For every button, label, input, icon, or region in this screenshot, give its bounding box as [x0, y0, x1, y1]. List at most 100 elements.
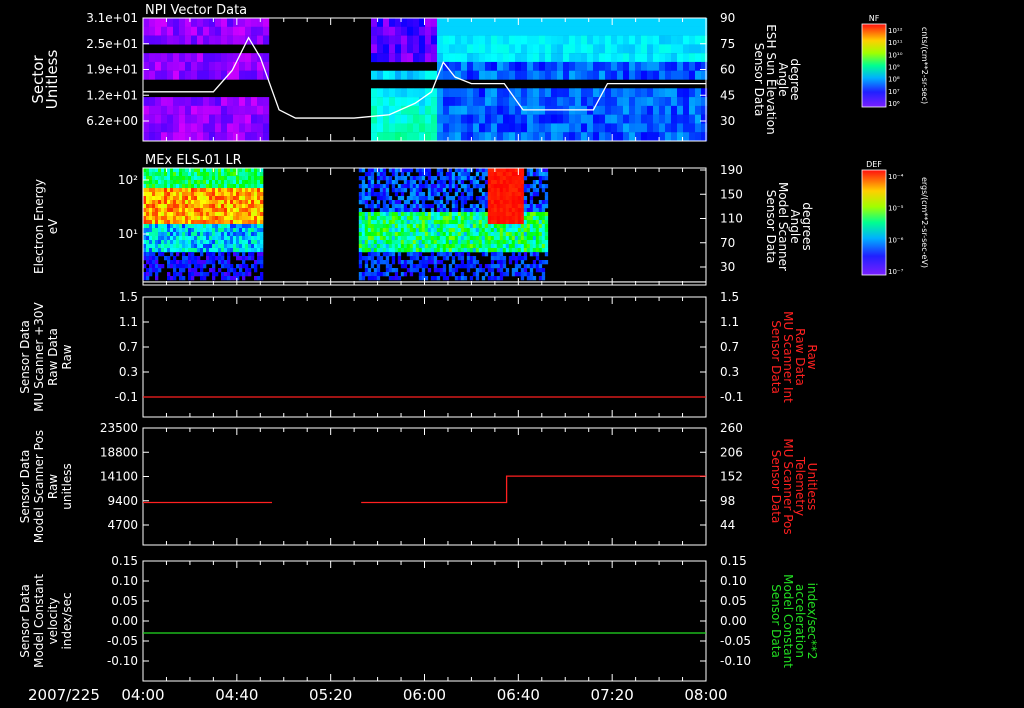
npi-heatmap-cell: [665, 61, 672, 71]
els-heatmap-cell: [185, 176, 189, 181]
els-heatmap-cell: [149, 188, 153, 193]
els-heatmap-cell: [439, 228, 444, 233]
npi-heatmap-cell: [671, 88, 678, 98]
els-heatmap-cell: [421, 244, 426, 249]
els-heatmap-cell: [358, 220, 363, 225]
els-heatmap-cell: [391, 232, 396, 237]
els-heatmap-cell: [203, 168, 207, 173]
els-heatmap-cell: [233, 224, 237, 229]
els-heatmap-cell: [457, 240, 462, 245]
npi-heatmap-cell: [695, 88, 702, 98]
npi-heatmap-cell: [413, 70, 420, 80]
els-heatmap-cell: [200, 276, 204, 281]
els-heatmap-cell: [218, 236, 222, 241]
els-heatmap-cell: [529, 204, 534, 209]
els-heatmap-cell: [376, 276, 381, 281]
els-heatmap-cell: [233, 248, 237, 253]
els-heatmap-cell: [218, 256, 222, 261]
els-heatmap-cell: [370, 248, 375, 253]
els-heatmap-cell: [505, 268, 510, 273]
els-heatmap-cell: [248, 172, 252, 177]
els-heatmap-cell: [254, 184, 258, 189]
npi-heatmap-cell: [239, 26, 246, 36]
npi-heatmap-cell: [389, 70, 396, 80]
els-heatmap-cell: [164, 224, 168, 229]
els-heatmap-cell: [224, 232, 228, 237]
els-heatmap-cell: [260, 256, 264, 261]
els-heatmap-cell: [209, 196, 213, 201]
els-heatmap-cell: [191, 172, 195, 177]
els-heatmap-cell: [221, 180, 225, 185]
npi-heatmap-cell: [545, 61, 552, 71]
els-heatmap-cell: [257, 252, 261, 257]
els-heatmap-cell: [367, 204, 372, 209]
els-heatmap-cell: [233, 184, 237, 189]
els-heatmap-cell: [200, 208, 204, 213]
els-heatmap-cell: [400, 244, 405, 249]
els-heatmap-cell: [370, 192, 375, 197]
els-heatmap-cell: [224, 180, 228, 185]
npi-heatmap-cell: [167, 70, 174, 80]
els-heatmap-cell: [520, 204, 525, 209]
npi-heatmap-cell: [425, 97, 432, 107]
els-heatmap-cell: [251, 200, 255, 205]
els-heatmap-cell: [146, 244, 150, 249]
els-heatmap-cell: [520, 208, 525, 213]
npi-heatmap-cell: [179, 132, 186, 142]
els-heatmap-cell: [230, 208, 234, 213]
els-heatmap-cell: [370, 168, 375, 173]
els-heatmap-cell: [424, 276, 429, 281]
els-heatmap-cell: [182, 204, 186, 209]
npi-heatmap-cell: [413, 53, 420, 63]
els-heatmap-cell: [358, 248, 363, 253]
els-heatmap-cell: [170, 236, 174, 241]
els-heatmap-cell: [197, 260, 201, 265]
els-heatmap-cell: [406, 172, 411, 177]
els-heatmap-cell: [397, 188, 402, 193]
els-heatmap-cell: [394, 248, 399, 253]
npi-heatmap-cell: [449, 18, 456, 27]
els-heatmap-cell: [155, 204, 159, 209]
els-heatmap-cell: [215, 200, 219, 205]
npi-heatmap-cell: [455, 132, 462, 142]
els-heatmap-cell: [188, 264, 192, 269]
els-heatmap-cell: [260, 216, 264, 221]
els-heatmap-cell: [176, 212, 180, 217]
els-heatmap-cell: [167, 184, 171, 189]
els-heatmap-cell: [409, 212, 414, 217]
els-heatmap-cell: [367, 256, 372, 261]
els-heatmap-cell: [499, 172, 504, 177]
els-heatmap-cell: [532, 172, 537, 177]
npi-heatmap-cell: [545, 44, 552, 54]
npi-heatmap-cell: [401, 44, 408, 54]
els-heatmap-cell: [152, 204, 156, 209]
els-heatmap-cell: [164, 180, 168, 185]
els-heatmap-cell: [499, 268, 504, 273]
els-heatmap-cell: [514, 180, 519, 185]
els-heatmap-cell: [487, 196, 492, 201]
npi-heatmap-cell: [617, 132, 624, 142]
els-heatmap-cell: [529, 224, 534, 229]
els-heatmap-cell: [424, 172, 429, 177]
npi-heatmap-cell: [155, 105, 162, 115]
els-heatmap-cell: [385, 244, 390, 249]
npi-heatmap-cell: [569, 18, 576, 27]
npi-heatmap-cell: [521, 35, 528, 45]
els-heatmap-cell: [167, 264, 171, 269]
els-heatmap-cell: [218, 188, 222, 193]
els-heatmap-cell: [358, 276, 363, 281]
els-heatmap-cell: [182, 188, 186, 193]
els-heatmap-cell: [248, 168, 252, 173]
npi-heatmap-cell: [191, 132, 198, 142]
els-heatmap-cell: [233, 228, 237, 233]
els-heatmap-cell: [499, 192, 504, 197]
els-heatmap-cell: [215, 168, 219, 173]
els-heatmap-cell: [227, 200, 231, 205]
npi-heatmap-cell: [263, 35, 270, 45]
els-heatmap-cell: [149, 256, 153, 261]
npi-heatmap-cell: [503, 114, 510, 124]
els-heatmap-cell: [358, 228, 363, 233]
npi-heatmap-cell: [239, 123, 246, 133]
els-heatmap-cell: [191, 228, 195, 233]
els-heatmap-cell: [188, 176, 192, 181]
